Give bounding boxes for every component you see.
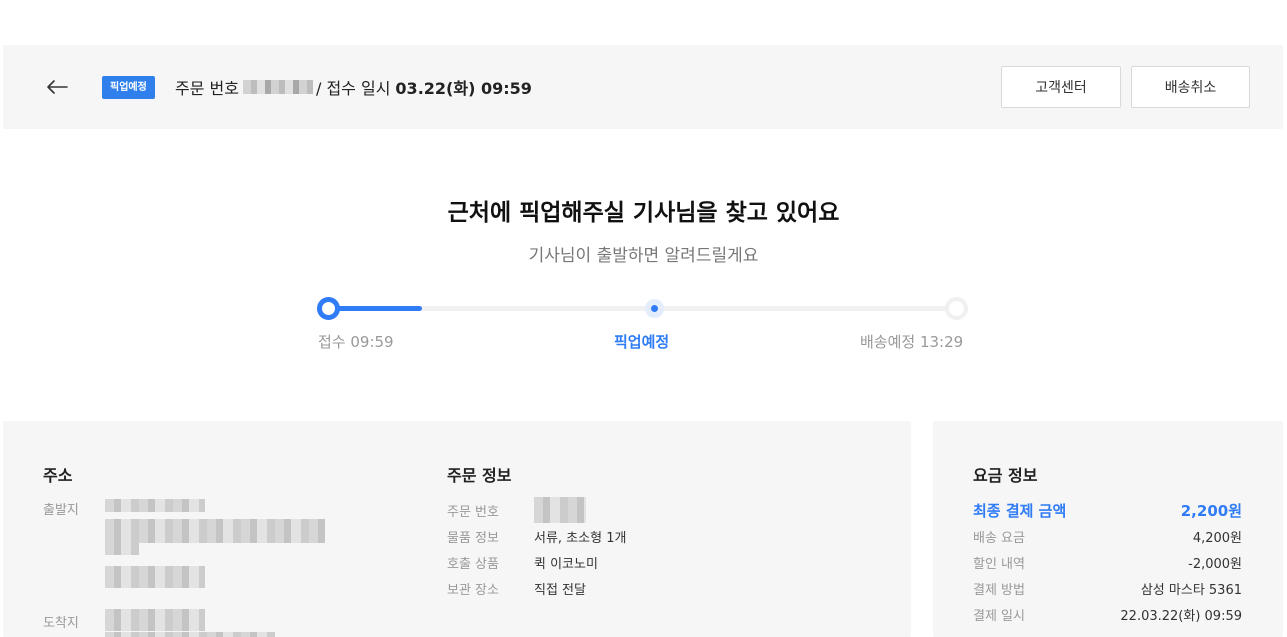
address-title: 주소 bbox=[43, 466, 73, 485]
fee-row-label: 배송 요금 bbox=[973, 531, 1025, 546]
storage-place-value: 직접 전달 bbox=[534, 583, 586, 598]
order-number-row-label: 주문 번호 bbox=[447, 505, 499, 520]
step-pickup-label: 픽업예정 bbox=[614, 333, 670, 351]
step-delivery-label: 배송예정 13:29 bbox=[860, 333, 964, 351]
customer-center-button[interactable]: 고객센터 bbox=[1001, 66, 1121, 108]
order-number-redacted bbox=[242, 80, 313, 94]
order-number-label: 주문 번호 bbox=[175, 79, 239, 98]
fee-row-label: 할인 내역 bbox=[973, 557, 1025, 572]
total-value: 2,200원 bbox=[1180, 502, 1242, 520]
fee-total-row: 최종 결제 금액 2,200원 bbox=[933, 500, 1283, 520]
destination-name-redacted bbox=[105, 609, 205, 631]
order-detail-card: 주소 출발지 도착지 주문 정보 주문 번호 물품 정보 서류, 초소형 1개 … bbox=[3, 421, 911, 637]
item-info-label: 물품 정보 bbox=[447, 531, 499, 546]
fee-row: 결제 일시 22.03.22(화) 09:59 bbox=[933, 605, 1283, 625]
status-title: 근처에 픽업해주실 기사님을 찾고 있어요 bbox=[447, 200, 840, 226]
received-at-value: 03.22(화) 09:59 bbox=[395, 79, 532, 98]
fee-row-label: 결제 일시 bbox=[973, 609, 1025, 624]
order-info-title: 주문 정보 bbox=[447, 466, 512, 485]
storage-place-label: 보관 장소 bbox=[447, 583, 499, 598]
back-button[interactable] bbox=[43, 74, 71, 100]
item-info-value: 서류, 초소형 1개 bbox=[534, 531, 627, 546]
status-badge: 픽업예정 bbox=[102, 76, 155, 99]
arrow-left-icon bbox=[47, 80, 68, 94]
fee-row: 결제 방법 삼성 마스타 5361 bbox=[933, 579, 1283, 599]
fee-row-label: 결제 방법 bbox=[973, 583, 1025, 598]
step-received-dot bbox=[317, 297, 340, 320]
step-pickup-dot bbox=[645, 299, 664, 318]
origin-label: 출발지 bbox=[43, 503, 79, 518]
origin-detail-redacted bbox=[105, 542, 139, 555]
status-subtitle: 기사님이 출발하면 알려드릴게요 bbox=[528, 246, 759, 266]
progress-fill bbox=[328, 306, 423, 311]
received-at-label: / 접수 일시 bbox=[315, 79, 391, 98]
service-type-label: 호출 상품 bbox=[447, 557, 499, 572]
total-label: 최종 결제 금액 bbox=[973, 502, 1067, 520]
fee-row-value: 삼성 마스타 5361 bbox=[1140, 583, 1242, 598]
fee-row-value: 4,200원 bbox=[1192, 531, 1242, 546]
progress-track bbox=[328, 306, 957, 311]
fee-info-card: 요금 정보 최종 결제 금액 2,200원 배송 요금 4,200원 할인 내역… bbox=[933, 421, 1283, 637]
origin-phone-redacted bbox=[105, 566, 205, 588]
order-summary: 주문 번호 / 접수 일시 03.22(화) 09:59 bbox=[175, 75, 532, 99]
fee-row: 배송 요금 4,200원 bbox=[933, 527, 1283, 547]
cancel-delivery-button[interactable]: 배송취소 bbox=[1131, 66, 1250, 108]
order-number-row-redacted bbox=[534, 497, 586, 523]
order-header: 픽업예정 주문 번호 / 접수 일시 03.22(화) 09:59 고객센터 배… bbox=[3, 45, 1283, 129]
origin-address-redacted bbox=[105, 519, 325, 543]
fee-row-value: -2,000원 bbox=[1188, 557, 1242, 572]
fee-row-value: 22.03.22(화) 09:59 bbox=[1120, 609, 1242, 624]
destination-label: 도착지 bbox=[43, 616, 79, 631]
step-delivery-dot bbox=[945, 297, 968, 320]
fee-row: 할인 내역 -2,000원 bbox=[933, 553, 1283, 573]
destination-address-redacted bbox=[105, 632, 275, 637]
step-received-label: 접수 09:59 bbox=[318, 333, 394, 351]
origin-name-redacted bbox=[105, 499, 205, 512]
fee-info-title: 요금 정보 bbox=[973, 466, 1038, 485]
service-type-value: 퀵 이코노미 bbox=[534, 557, 598, 572]
